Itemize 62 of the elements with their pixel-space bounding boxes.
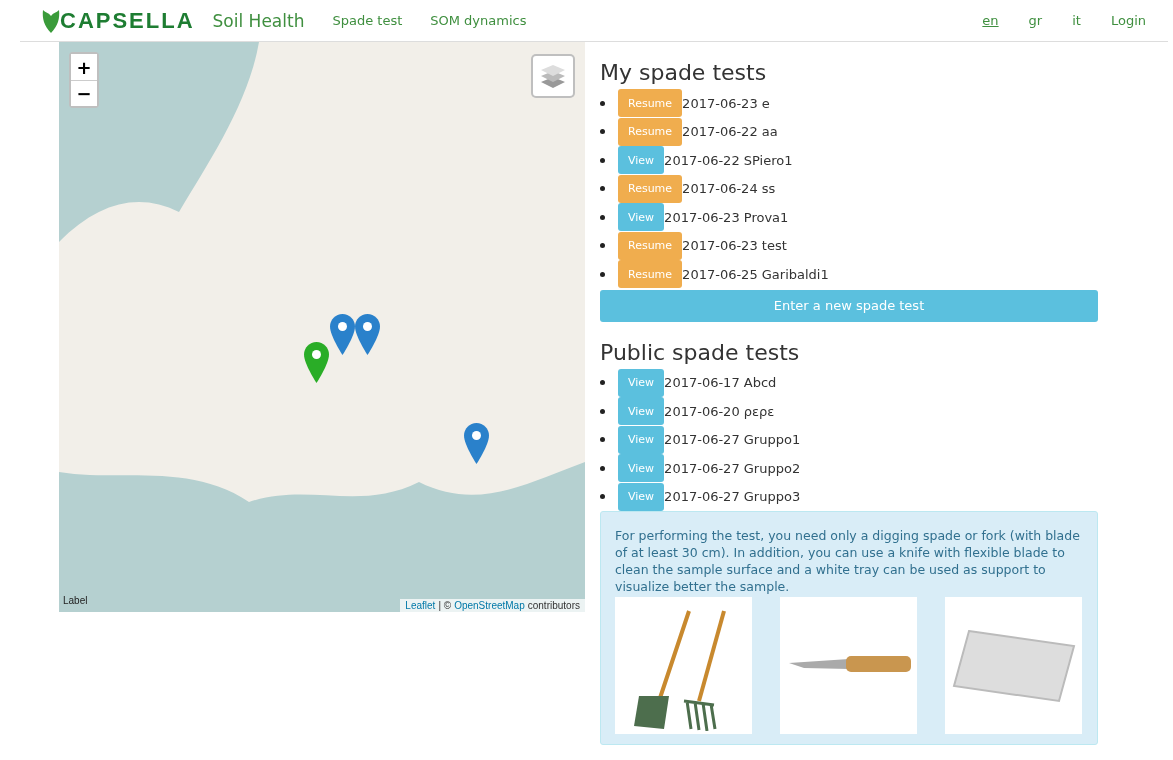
test-name: 2017-06-23 test bbox=[682, 238, 787, 254]
info-text: For performing the test, you need only a digging spade or fork (with blade of at least 30 cm). In addition, you can use a knife with flexible blade to clean the sample surface and a white tray can be used as support to visualize better the sample. bbox=[615, 527, 1081, 595]
layers-button[interactable] bbox=[531, 54, 575, 98]
bullet-icon bbox=[600, 214, 605, 220]
view-button[interactable]: View bbox=[618, 146, 665, 175]
bullet-icon bbox=[600, 380, 605, 386]
map[interactable]: + − Label Leaflet | © OpenStreetMap contributors bbox=[59, 42, 585, 612]
bullet-icon bbox=[600, 243, 605, 249]
layers-icon bbox=[540, 63, 566, 89]
nav-link[interactable]: Spade test bbox=[332, 13, 403, 28]
test-name: 2017-06-25 Garibaldi1 bbox=[682, 266, 829, 282]
view-button[interactable]: View bbox=[618, 397, 665, 426]
test-name: 2017-06-20 ρερε bbox=[664, 403, 775, 419]
test-name: 2017-06-23 e bbox=[682, 95, 770, 111]
map-marker-icon[interactable] bbox=[355, 314, 380, 355]
bullet-icon bbox=[600, 408, 605, 414]
resume-button[interactable]: Resume bbox=[618, 231, 683, 260]
view-button[interactable]: View bbox=[618, 482, 665, 511]
brand-logo: CAPSELLA bbox=[60, 7, 195, 34]
language-link[interactable]: it bbox=[1072, 13, 1081, 28]
leaf-logo-icon bbox=[42, 7, 60, 34]
section-title: Public spade tests bbox=[600, 339, 801, 365]
bullet-icon bbox=[600, 437, 605, 443]
test-name: 2017-06-27 Gruppo3 bbox=[664, 489, 801, 505]
map-marker-icon[interactable] bbox=[330, 314, 355, 355]
test-name: 2017-06-27 Gruppo2 bbox=[664, 460, 801, 476]
section-title: My spade tests bbox=[600, 60, 768, 85]
nav-link[interactable]: SOM dynamics bbox=[430, 13, 527, 28]
resume-button[interactable]: Resume bbox=[618, 174, 683, 203]
resume-button[interactable]: Resume bbox=[618, 89, 683, 118]
language-link[interactable]: en bbox=[982, 13, 999, 28]
login-link[interactable]: Login bbox=[1110, 13, 1146, 28]
test-name: 2017-06-24 ss bbox=[682, 181, 776, 197]
resume-button[interactable]: Resume bbox=[618, 117, 683, 146]
map-label: Label bbox=[63, 595, 88, 606]
view-button[interactable]: View bbox=[618, 368, 665, 397]
test-name: 2017-06-22 SPiero1 bbox=[664, 152, 793, 168]
bullet-icon bbox=[600, 129, 605, 135]
language-link[interactable]: gr bbox=[1028, 13, 1043, 28]
test-name: 2017-06-23 Prova1 bbox=[664, 209, 789, 225]
openstreetmap-link[interactable]: OpenStreetMap bbox=[454, 600, 525, 611]
bullet-icon bbox=[600, 186, 605, 192]
bullet-icon bbox=[600, 271, 605, 277]
bullet-icon bbox=[600, 157, 605, 163]
zoom-out-button[interactable]: − bbox=[71, 80, 97, 106]
test-name: 2017-06-27 Gruppo1 bbox=[664, 432, 801, 448]
bullet-icon bbox=[600, 494, 605, 500]
bullet-icon bbox=[600, 100, 605, 106]
attribution-text: contributors bbox=[527, 600, 580, 611]
test-name: 2017-06-17 Abcd bbox=[664, 375, 777, 391]
view-button[interactable]: View bbox=[618, 425, 665, 454]
attribution-text: | © bbox=[438, 600, 452, 611]
test-name: 2017-06-22 aa bbox=[682, 124, 778, 140]
bullet-icon bbox=[600, 465, 605, 471]
app-title: Soil Health bbox=[212, 10, 305, 31]
resume-button[interactable]: Resume bbox=[618, 260, 683, 289]
leaflet-link[interactable]: Leaflet bbox=[405, 600, 436, 611]
new-spade-test-button[interactable]: Enter a new spade test bbox=[600, 289, 1098, 322]
map-marker-icon[interactable] bbox=[464, 423, 489, 464]
view-button[interactable]: View bbox=[618, 203, 665, 232]
view-button[interactable]: View bbox=[618, 454, 665, 483]
map-marker-icon[interactable] bbox=[304, 342, 329, 383]
